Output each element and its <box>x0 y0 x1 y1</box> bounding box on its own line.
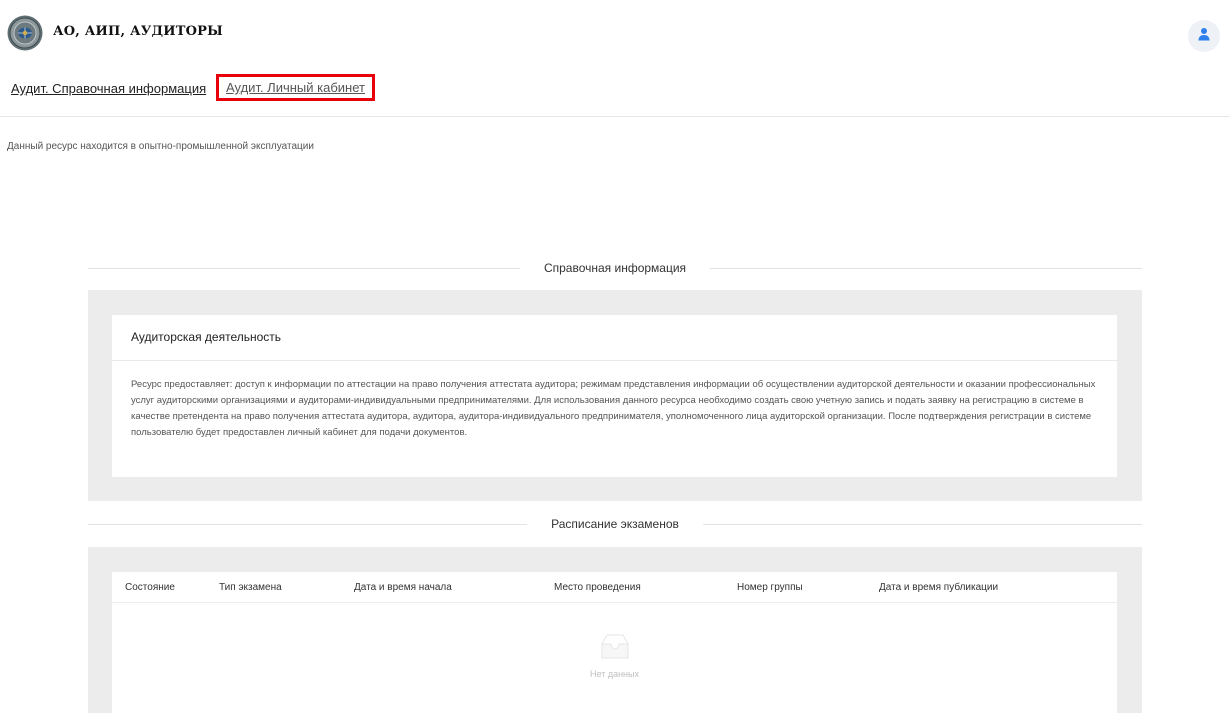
schedule-divider: Расписание экзаменов <box>88 514 1142 534</box>
reference-section-title: Справочная информация <box>543 261 687 275</box>
exam-schedule-table: Состояние Тип экзамена Дата и время нача… <box>112 572 1117 713</box>
card-text: Ресурс предоставляет: доступ к информаци… <box>131 379 1096 438</box>
column-header-exam-type[interactable]: Тип экзамена <box>219 582 282 593</box>
schedule-panel: Состояние Тип экзамена Дата и время нача… <box>88 547 1142 713</box>
app-header: АО, АИП, АУДИТОРЫ <box>0 0 1230 70</box>
divider-line <box>710 267 1143 269</box>
column-header-location[interactable]: Место проведения <box>554 582 641 593</box>
empty-text: Нет данных <box>590 669 639 679</box>
user-icon <box>1197 27 1211 46</box>
divider-line <box>88 267 520 269</box>
column-header-group-number[interactable]: Номер группы <box>737 582 803 593</box>
empty-state: Нет данных <box>112 632 1117 679</box>
column-header-status[interactable]: Состояние <box>125 582 175 593</box>
user-menu-button[interactable] <box>1188 20 1220 52</box>
audit-activity-card: Аудиторская деятельность Ресурс предоста… <box>112 315 1117 477</box>
brand-title: АО, АИП, АУДИТОРЫ <box>53 24 223 39</box>
inbox-icon <box>598 634 632 664</box>
reference-panel: Аудиторская деятельность Ресурс предоста… <box>88 290 1142 501</box>
schedule-section-title: Расписание экзаменов <box>551 517 679 531</box>
column-header-publication-datetime[interactable]: Дата и время публикации <box>879 582 998 593</box>
nav-link-reference[interactable]: Аудит. Справочная информация <box>11 81 206 96</box>
emblem-icon[interactable] <box>7 15 43 51</box>
reference-divider: Справочная информация <box>88 258 1143 278</box>
column-header-start-datetime[interactable]: Дата и время начала <box>354 582 452 593</box>
nav-link-personal-cabinet[interactable]: Аудит. Личный кабинет <box>216 74 375 101</box>
top-nav: Аудит. Справочная информация Аудит. Личн… <box>0 74 1230 117</box>
divider-line <box>702 523 1142 525</box>
table-header: Состояние Тип экзамена Дата и время нача… <box>112 572 1117 603</box>
pilot-notice: Данный ресурс находится в опытно-промышл… <box>7 141 314 152</box>
card-title: Аудиторская деятельность <box>112 315 1117 361</box>
divider-line <box>88 523 528 525</box>
